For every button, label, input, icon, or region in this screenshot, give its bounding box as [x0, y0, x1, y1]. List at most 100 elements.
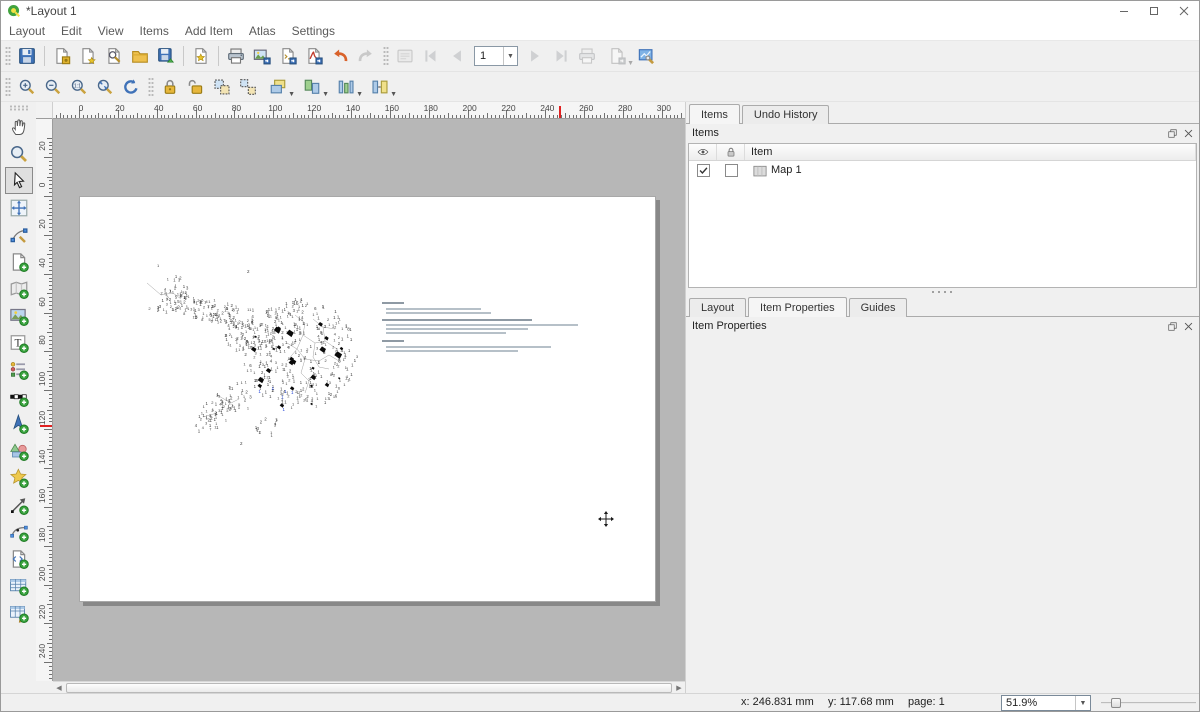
zoom-out-button[interactable]: [40, 74, 66, 100]
layout-manager-button[interactable]: [101, 43, 127, 69]
edit-nodes-item-tool[interactable]: [5, 221, 33, 248]
tab-guides[interactable]: Guides: [849, 298, 908, 317]
new-layout-button[interactable]: [75, 43, 101, 69]
toolbar-grip[interactable]: [383, 46, 389, 66]
export-as-svg-button[interactable]: [275, 43, 301, 69]
ruler-tick: [681, 113, 682, 118]
zoom-level-combobox[interactable]: 51.9% ▼: [1001, 695, 1091, 711]
add-marker-tool[interactable]: [5, 464, 33, 491]
minimize-button[interactable]: [1109, 1, 1139, 21]
visibility-checkbox[interactable]: [697, 164, 710, 177]
add-picture-tool[interactable]: [5, 302, 33, 329]
zoom-full-extent-button[interactable]: [92, 74, 118, 100]
add-map-tool[interactable]: [5, 275, 33, 302]
atlas-settings-button[interactable]: [634, 43, 660, 69]
menu-edit[interactable]: Edit: [53, 22, 90, 40]
add-shape-tool[interactable]: [5, 437, 33, 464]
close-button[interactable]: [1169, 1, 1199, 21]
refresh-view-button[interactable]: [118, 74, 144, 100]
toolbar-grip[interactable]: [5, 77, 11, 97]
zoom-in-button[interactable]: [14, 74, 40, 100]
dropdown-arrow-icon[interactable]: ▼: [322, 91, 329, 98]
atlas-page-spinbox[interactable]: 1▼: [474, 46, 518, 66]
ruler-tick: [654, 115, 655, 118]
ungroup-items-button[interactable]: [235, 74, 261, 100]
maximize-button[interactable]: [1139, 1, 1169, 21]
ruler-tick: [49, 534, 52, 535]
undo-button[interactable]: [327, 43, 353, 69]
ruler-tick: [49, 406, 52, 407]
label-item[interactable]: [80, 197, 657, 603]
horizontal-scrollbar[interactable]: ◀ ▶: [53, 681, 685, 693]
ruler-tick: [262, 115, 263, 118]
toolbar-grip[interactable]: [148, 77, 154, 97]
add-legend-tool[interactable]: [5, 356, 33, 383]
zoom-slider-handle[interactable]: [1111, 698, 1121, 708]
select-move-item-tool[interactable]: [5, 167, 33, 194]
print-layout-button[interactable]: [223, 43, 249, 69]
close-panel-icon[interactable]: [1182, 127, 1195, 140]
zoom-tool-tool[interactable]: [5, 140, 33, 167]
lock-selected-items-button[interactable]: [157, 74, 183, 100]
save-project-button[interactable]: [14, 43, 40, 69]
toolbar-grip[interactable]: [9, 105, 29, 111]
add-node-item-tool[interactable]: [5, 518, 33, 545]
ruler-tick: [526, 113, 527, 118]
zoom-actual-100-button[interactable]: 1:1: [66, 74, 92, 100]
zoom-slider[interactable]: [1101, 698, 1196, 708]
menu-add-item[interactable]: Add Item: [177, 22, 241, 40]
table-row[interactable]: Map 1: [689, 161, 1196, 179]
move-item-content-tool[interactable]: [5, 194, 33, 221]
align-selected-items-button[interactable]: ▼: [295, 74, 329, 100]
dropdown-arrow-icon[interactable]: ▼: [356, 91, 363, 98]
scroll-right-icon[interactable]: ▶: [673, 682, 685, 694]
menu-view[interactable]: View: [90, 22, 132, 40]
tab-layout[interactable]: Layout: [689, 298, 746, 317]
pan-layout-tool[interactable]: [5, 113, 33, 140]
ruler-label: 280: [618, 103, 632, 113]
menu-atlas[interactable]: Atlas: [241, 22, 284, 40]
save-as-template-button[interactable]: [153, 43, 179, 69]
close-panel-icon[interactable]: [1182, 320, 1195, 333]
add-page-tool[interactable]: [5, 248, 33, 275]
lock-checkbox[interactable]: [725, 164, 738, 177]
dropdown-arrow-icon[interactable]: ▼: [390, 91, 397, 98]
menu-items[interactable]: Items: [132, 22, 177, 40]
float-panel-icon[interactable]: [1166, 127, 1179, 140]
combo-dropdown-icon[interactable]: ▼: [1075, 696, 1090, 710]
tab-item-properties[interactable]: Item Properties: [748, 297, 847, 317]
resize-items-button[interactable]: ▼: [363, 74, 397, 100]
dropdown-arrow-icon[interactable]: ▼: [288, 91, 295, 98]
toolbar-grip[interactable]: [5, 46, 11, 66]
distribute-items-button[interactable]: ▼: [329, 74, 363, 100]
add-north-arrow-tool[interactable]: [5, 410, 33, 437]
raise-selected-items-button[interactable]: ▼: [261, 74, 295, 100]
add-html-frame-tool[interactable]: [5, 545, 33, 572]
panel-splitter[interactable]: [686, 288, 1199, 295]
menu-layout[interactable]: Layout: [1, 22, 53, 40]
layout-viewport[interactable]: 2111116122113261721181121111111131711232…: [53, 119, 685, 681]
scroll-left-icon[interactable]: ◀: [53, 682, 65, 694]
add-attribute-table-tool[interactable]: [5, 572, 33, 599]
dropdown-arrow-icon[interactable]: ▼: [627, 60, 634, 67]
float-panel-icon[interactable]: [1166, 320, 1179, 333]
tab-undo-history[interactable]: Undo History: [742, 105, 830, 124]
tab-items[interactable]: Items: [689, 104, 740, 124]
layout-page[interactable]: 2111116122113261721181121111111131711232…: [79, 196, 656, 602]
spinbox-dropdown-icon[interactable]: ▼: [503, 47, 517, 65]
unlock-all-items-button[interactable]: [183, 74, 209, 100]
add-scale-bar-tool[interactable]: [5, 383, 33, 410]
add-items-from-template-button[interactable]: [127, 43, 153, 69]
scrollbar-thumb[interactable]: [66, 683, 672, 693]
ruler-tick: [297, 115, 298, 118]
duplicate-layout-button[interactable]: [49, 43, 75, 69]
add-arrow-tool[interactable]: [5, 491, 33, 518]
add-label-tool[interactable]: T: [5, 329, 33, 356]
ruler-tick: [49, 674, 52, 675]
export-as-image-button[interactable]: [249, 43, 275, 69]
add-fixed-table-tool[interactable]: [5, 599, 33, 626]
group-items-button[interactable]: [209, 74, 235, 100]
add-pages-button[interactable]: [188, 43, 214, 69]
export-as-pdf-button[interactable]: [301, 43, 327, 69]
menu-settings[interactable]: Settings: [284, 22, 343, 40]
